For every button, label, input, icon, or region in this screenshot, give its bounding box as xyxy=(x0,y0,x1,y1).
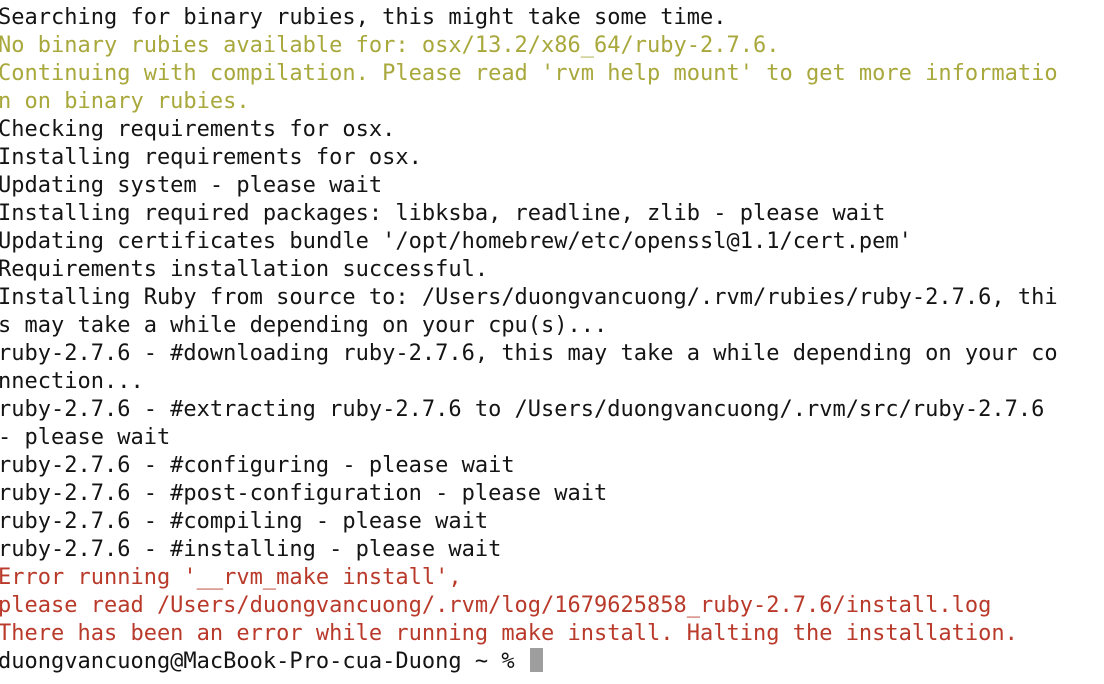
output-line: ruby-2.7.6 - #downloading ruby-2.7.6, th… xyxy=(0,341,1058,366)
warning-output-line: No binary rubies available for: osx/13.2… xyxy=(0,33,780,58)
output-line: Installing Ruby from source to: /Users/d… xyxy=(0,285,1058,310)
error-output-line: please read /Users/duongvancuong/.rvm/lo… xyxy=(0,593,992,618)
output-line: ruby-2.7.6 - #post-configuration - pleas… xyxy=(0,481,608,506)
output-line: Checking requirements for osx. xyxy=(0,117,396,142)
output-line: nnection... xyxy=(0,369,144,394)
output-line: ruby-2.7.6 - #extracting ruby-2.7.6 to /… xyxy=(0,397,1058,422)
warning-output-line: n on binary rubies. xyxy=(0,89,250,114)
output-line: Requirements installation successful. xyxy=(0,257,489,282)
terminal-output: Searching for binary rubies, this might … xyxy=(0,4,1058,676)
output-line: Updating certificates bundle '/opt/homeb… xyxy=(0,229,912,254)
error-output-line: Error running '__rvm_make install', xyxy=(0,565,462,590)
prompt-line[interactable]: duongvancuong@MacBook-Pro-cua-Duong ~ % xyxy=(0,648,1058,676)
output-line: Installing required packages: libksba, r… xyxy=(0,201,886,226)
output-line: ruby-2.7.6 - #compiling - please wait xyxy=(0,509,489,534)
output-line: ruby-2.7.6 - #installing - please wait xyxy=(0,537,502,562)
output-line: Searching for binary rubies, this might … xyxy=(0,5,727,30)
warning-output-line: Continuing with compilation. Please read… xyxy=(0,61,1058,86)
text-cursor xyxy=(529,648,543,672)
output-line: s may take a while depending on your cpu… xyxy=(0,313,608,338)
shell-prompt: duongvancuong@MacBook-Pro-cua-Duong ~ % xyxy=(0,649,528,674)
output-line: - please wait xyxy=(0,425,171,450)
terminal-window[interactable]: Searching for binary rubies, this might … xyxy=(0,0,1104,684)
output-line: Installing requirements for osx. xyxy=(0,145,422,170)
output-line: ruby-2.7.6 - #configuring - please wait xyxy=(0,453,515,478)
output-line: Updating system - please wait xyxy=(0,173,383,198)
error-output-line: There has been an error while running ma… xyxy=(0,621,1018,646)
